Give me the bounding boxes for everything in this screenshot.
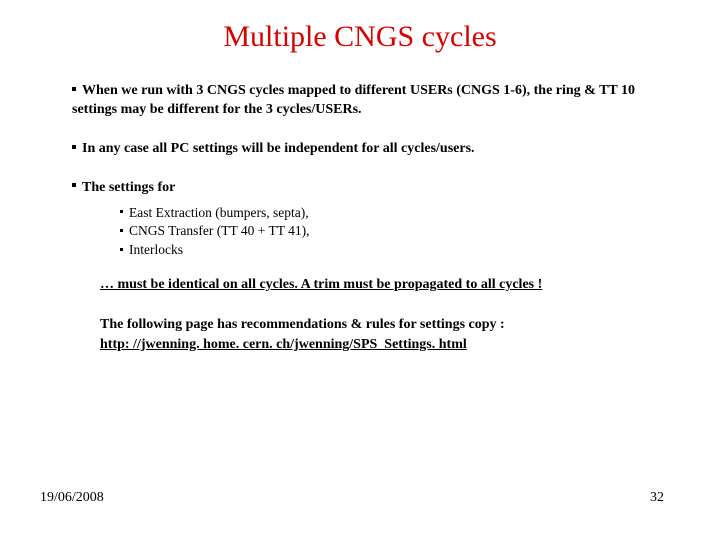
bullet-icon xyxy=(72,87,76,91)
sub-bullet-3-text: Interlocks xyxy=(129,242,183,257)
bullet-3-text: The settings for xyxy=(82,180,175,195)
bullet-icon xyxy=(120,248,123,251)
slide: Multiple CNGS cycles When we run with 3 … xyxy=(0,0,720,540)
footer-date: 19/06/2008 xyxy=(40,490,104,506)
slide-title: Multiple CNGS cycles xyxy=(48,20,672,54)
bullet-2: In any case all PC settings will be inde… xyxy=(72,140,672,159)
warning-line: … must be identical on all cycles. A tri… xyxy=(100,276,672,295)
bullet-1: When we run with 3 CNGS cycles mapped to… xyxy=(72,82,672,120)
sub-bullet-1-text: East Extraction (bumpers, septa), xyxy=(129,205,309,220)
slide-content: When we run with 3 CNGS cycles mapped to… xyxy=(48,82,672,354)
footer-page-number: 32 xyxy=(650,490,664,506)
recommendation-link[interactable]: http: //jwenning. home. cern. ch/jwennin… xyxy=(100,337,467,352)
sub-bullet-2: CNGS Transfer (TT 40 + TT 41), xyxy=(120,222,672,241)
bullet-icon xyxy=(72,145,76,149)
bullet-icon xyxy=(72,183,76,187)
bullet-1-text: When we run with 3 CNGS cycles mapped to… xyxy=(72,83,635,117)
sub-bullet-3: Interlocks xyxy=(120,241,672,260)
sub-bullet-1: East Extraction (bumpers, septa), xyxy=(120,204,672,223)
recommendation-text: The following page has recommendations &… xyxy=(100,317,505,332)
sub-bullets: East Extraction (bumpers, septa), CNGS T… xyxy=(120,204,672,261)
bullet-icon xyxy=(120,229,123,232)
bullet-2-text: In any case all PC settings will be inde… xyxy=(82,141,475,156)
bullet-3: The settings for xyxy=(72,179,672,198)
sub-bullet-2-text: CNGS Transfer (TT 40 + TT 41), xyxy=(129,223,310,238)
bullet-icon xyxy=(120,210,123,213)
recommendation: The following page has recommendations &… xyxy=(100,315,672,354)
